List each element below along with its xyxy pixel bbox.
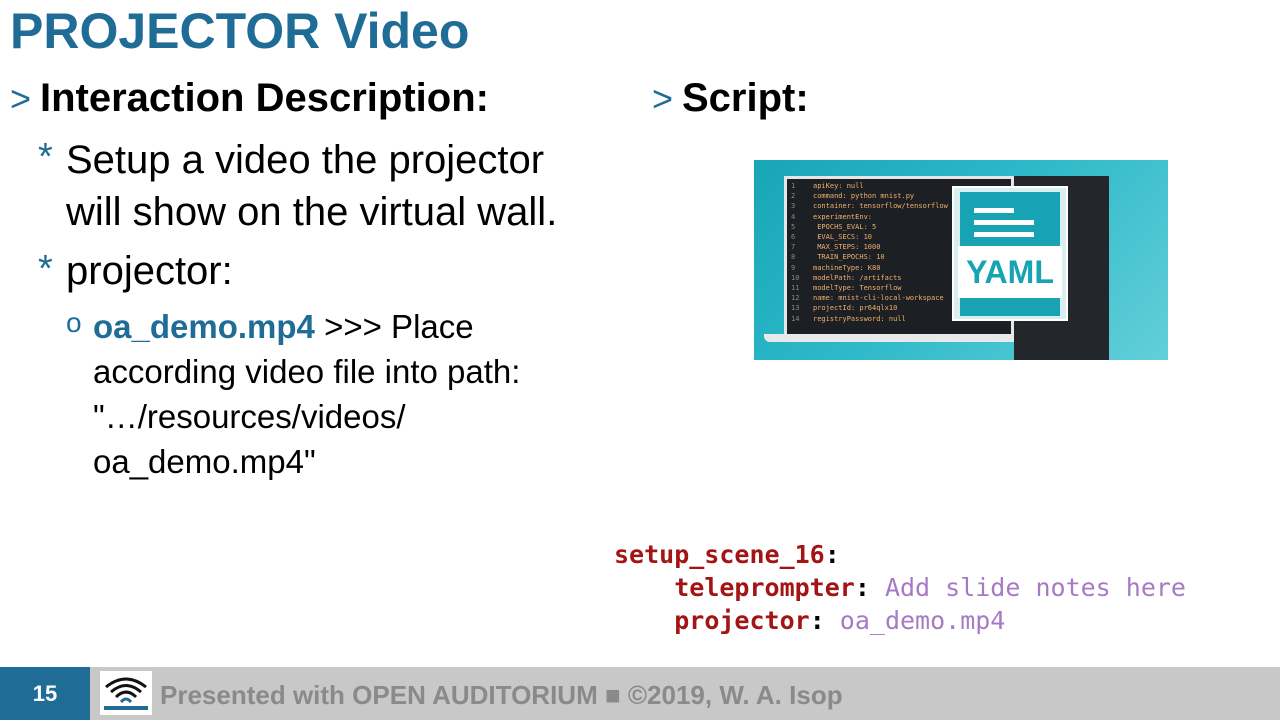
open-auditorium-logo-icon [100, 671, 152, 715]
star-bullet-icon: * [38, 248, 53, 290]
footer-bar: 15 Presented with OPEN AUDITORIUM ■ ©201… [0, 667, 1280, 720]
script-heading: > Script: [652, 76, 809, 120]
arrow-bullet-icon: > [652, 78, 674, 119]
page-number: 15 [0, 667, 90, 720]
star-bullet-icon: * [38, 136, 53, 178]
bullet-projector: projector: [66, 249, 233, 293]
yaml-snippet: setup_scene_16: teleprompter: Add slide … [614, 540, 1186, 635]
laptop-base [764, 334, 1044, 342]
arrow-bullet-icon: > [10, 78, 32, 119]
interaction-heading: > Interaction Description: [10, 76, 489, 120]
video-filename: oa_demo.mp4 [93, 308, 315, 345]
slide-title: PROJECTOR Video [10, 3, 470, 59]
footer-credit: Presented with OPEN AUDITORIUM ■ ©2019, … [160, 680, 843, 710]
yaml-label: YAML [958, 246, 1062, 298]
yaml-file-icon: YAML [952, 186, 1068, 321]
circle-bullet-icon: o [66, 307, 82, 338]
yaml-illustration: 1 apiKey: null 2 command: python mnist.py 3 c… [754, 160, 1168, 360]
sub-bullet-path: oa_demo.mp4 >>> Place according video fi… [93, 308, 521, 480]
bullet-setup: Setup a video the projector will show on… [66, 138, 558, 234]
